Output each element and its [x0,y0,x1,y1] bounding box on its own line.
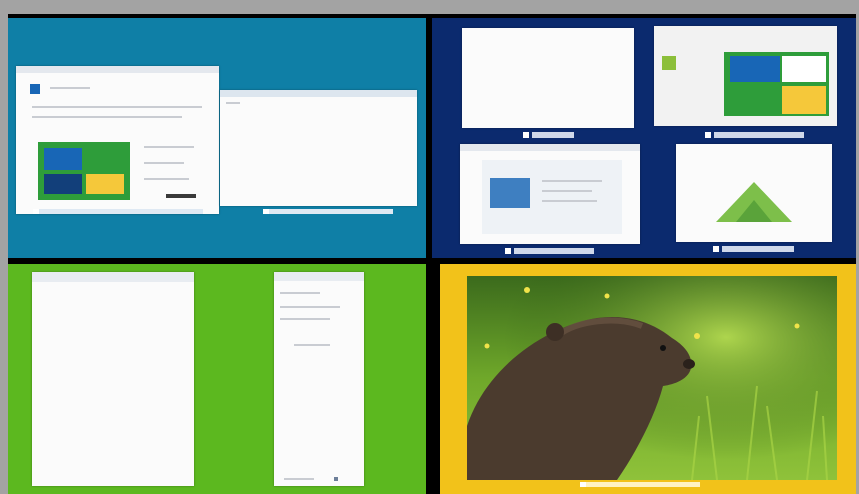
tile-blue [44,148,82,170]
text-line [542,190,592,192]
window-caption [33,209,203,214]
action-button[interactable] [166,194,196,198]
text-line [144,162,184,164]
window-caption [263,209,393,214]
quadrant-task-view[interactable] [432,18,856,258]
quadrant-desktop[interactable] [8,18,426,258]
quadrant-snapped[interactable] [8,264,426,494]
window-titlebar[interactable] [32,272,194,282]
text-line [284,478,314,480]
window-titlebar[interactable] [460,144,640,151]
text-line [144,146,194,148]
thumbnail-label [505,248,594,254]
thumbnail-editor[interactable] [460,144,640,244]
window-titlebar[interactable] [16,66,219,73]
text-line [294,344,330,346]
tile-blue [730,56,780,82]
text-line [280,318,330,320]
thumbnail-blank[interactable] [462,28,634,128]
quadrant-photo[interactable] [440,264,856,494]
groundhog-photo[interactable] [467,276,837,480]
thumbnail-label [705,132,804,138]
text-line [280,292,320,294]
photo-icon [490,178,530,208]
text-line [280,306,340,308]
app-icon [662,56,676,70]
text-line [32,106,202,108]
chart-icon [716,182,792,222]
photo-caption [580,482,700,487]
tile-yellow [782,86,826,114]
window-blank[interactable] [220,90,417,206]
window-titlebar[interactable] [274,272,364,281]
tile-yellow [86,174,124,194]
text-line [542,180,602,182]
text-line [32,116,182,118]
window-right[interactable] [274,272,364,486]
thumbnail-label [523,132,574,138]
thumbnail-store[interactable] [654,26,837,126]
tile-white [782,56,826,82]
text-line [542,200,597,202]
thumbnail-chart[interactable] [676,144,832,242]
text-line [144,178,189,180]
thumbnail-label [713,246,794,252]
window-store[interactable] [16,66,219,214]
window-titlebar[interactable] [220,90,417,97]
tile-darkblue [44,174,82,194]
app-icon [30,84,40,94]
control-icon[interactable] [334,477,338,481]
text-line [226,102,240,104]
window-left[interactable] [32,272,194,486]
text-line [50,87,90,89]
